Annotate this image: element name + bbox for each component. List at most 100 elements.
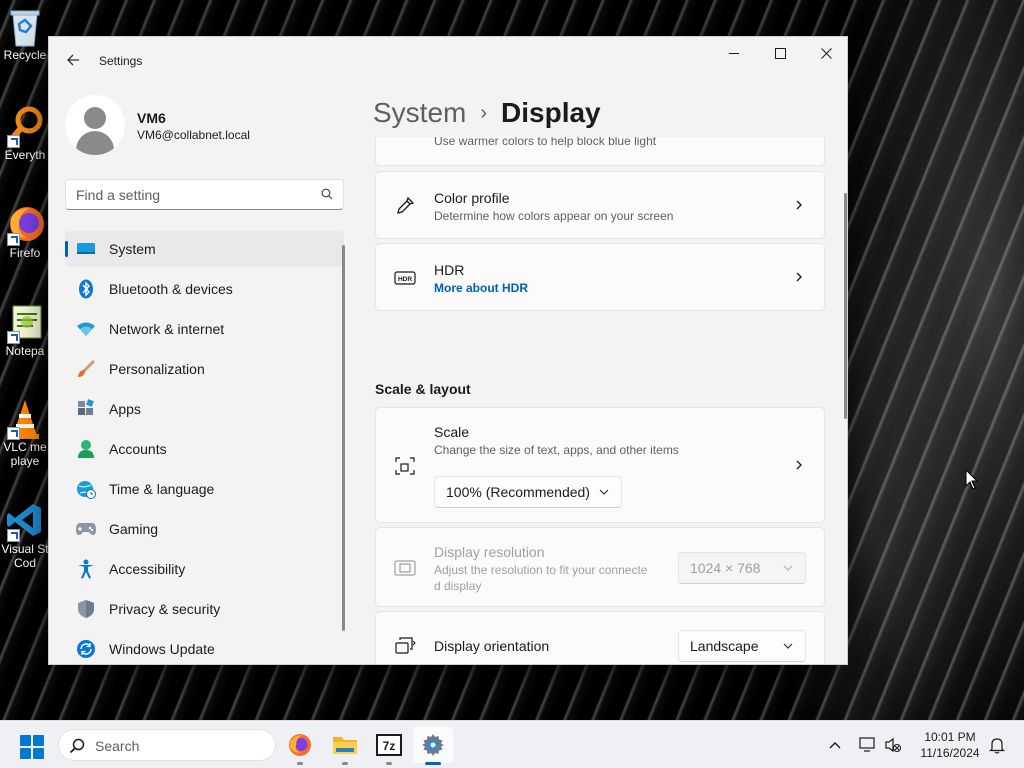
scale-title: Scale: [434, 424, 470, 440]
close-button[interactable]: [803, 37, 847, 69]
desktop-icon-notepad[interactable]: Notepa: [0, 302, 50, 358]
notifications-button[interactable]: [989, 721, 1005, 768]
find-setting-input[interactable]: [66, 180, 306, 209]
maximize-button[interactable]: [757, 37, 803, 69]
shortcut-arrow-icon: [7, 427, 20, 440]
nav-item-accessibility[interactable]: Accessibility: [65, 551, 344, 587]
find-setting-search[interactable]: [65, 179, 344, 210]
taskbar-app-file-explorer[interactable]: [325, 727, 365, 765]
scale-subtitle: Change the size of text, apps, and other…: [434, 443, 679, 457]
card-night-light[interactable]: Use warmer colors to help block blue lig…: [375, 137, 825, 166]
night-light-subtitle: Use warmer colors to help block blue lig…: [434, 137, 657, 148]
running-indicator: [297, 762, 303, 765]
firefox-icon: [289, 734, 311, 756]
desktop-icon-label: Visual St: [1, 542, 49, 556]
nav-label: Time & language: [109, 481, 215, 497]
desktop-icon-label: Recycle: [3, 48, 47, 62]
nav-label: Accounts: [109, 441, 167, 457]
nav-label: Gaming: [109, 521, 159, 537]
content-scrollbar[interactable]: [844, 193, 847, 419]
breadcrumb: System › Display: [373, 95, 601, 134]
minimize-button[interactable]: [711, 37, 757, 69]
display-resolution-subtitle-line2: d display: [434, 579, 482, 593]
windows-logo-tile: [33, 735, 44, 746]
chevron-right-icon: [796, 200, 802, 210]
bluetooth-icon: [75, 278, 97, 300]
title-bar[interactable]: Settings: [49, 37, 847, 85]
nav-item-personalization[interactable]: Personalization: [65, 351, 344, 387]
nav-item-bluetooth[interactable]: Bluetooth & devices: [65, 271, 344, 307]
desktop-icon-vlc[interactable]: VLC me playe: [0, 398, 50, 468]
nav-item-apps[interactable]: Apps: [65, 391, 344, 427]
display-orientation-title: Display orientation: [434, 638, 550, 654]
taskbar-search[interactable]: Search: [58, 729, 276, 761]
accessibility-icon: [75, 558, 97, 580]
more-about-hdr-link[interactable]: More about HDR: [434, 281, 528, 295]
nav-item-gaming[interactable]: Gaming: [65, 511, 344, 547]
show-hidden-icons-button[interactable]: [828, 721, 842, 768]
resolution-icon: [394, 560, 416, 576]
windows-logo-tile: [20, 748, 31, 759]
desktop-icon-everything[interactable]: Everyth: [0, 106, 50, 162]
back-button[interactable]: [63, 51, 83, 71]
nav-item-accounts[interactable]: Accounts: [65, 431, 344, 467]
page-title: Display: [501, 97, 601, 128]
svg-text:HDR: HDR: [398, 276, 412, 283]
card-scale[interactable]: Scale Change the size of text, apps, and…: [375, 407, 825, 523]
avatar-person-body: [76, 131, 114, 155]
person-icon: [75, 438, 97, 460]
display-orientation-value: Landscape: [690, 638, 759, 654]
speaker-muted-icon: [885, 737, 901, 753]
avatar[interactable]: [65, 95, 125, 155]
nav-item-windows-update[interactable]: Windows Update: [65, 631, 344, 664]
desktop-icon-firefox[interactable]: Firefo: [0, 204, 50, 260]
desktop-icon-label-line2: Cod: [13, 556, 36, 570]
card-color-profile[interactable]: Color profile Determine how colors appea…: [375, 171, 825, 239]
chevron-right-icon: ›: [480, 102, 488, 124]
desktop-icon-vscode[interactable]: Visual St Cod: [0, 500, 50, 570]
nav-item-time-language[interactable]: Time & language: [65, 471, 344, 507]
chevron-down-icon: [599, 489, 609, 495]
card-display-resolution: Display resolution Adjust the resolution…: [375, 527, 825, 607]
nav-item-network[interactable]: Network & internet: [65, 311, 344, 347]
nav-item-system[interactable]: System: [65, 231, 344, 267]
chevron-down-icon: [783, 565, 793, 571]
taskbar: Search 7z 10:01 PM 11/16/2024: [0, 720, 1024, 768]
nav-item-privacy-security[interactable]: Privacy & security: [65, 591, 344, 627]
apps-icon: [75, 398, 97, 420]
desktop-icon-recycle-bin[interactable]: Recycle: [0, 6, 50, 62]
settings-gear-icon: [422, 734, 444, 756]
volume-button[interactable]: [884, 721, 902, 768]
7zip-icon: 7z: [376, 734, 402, 756]
start-button[interactable]: [20, 735, 44, 759]
scale-dropdown[interactable]: 100% (Recommended): [434, 476, 622, 508]
chevron-right-icon: [796, 272, 802, 282]
breadcrumb-system[interactable]: System: [373, 97, 466, 128]
display-resolution-subtitle-line1: Adjust the resolution to fit your connec…: [434, 563, 648, 577]
eyedropper-icon: [397, 196, 415, 214]
card-hdr[interactable]: HDR HDR More about HDR: [375, 243, 825, 311]
network-status-button[interactable]: [858, 721, 878, 768]
taskbar-app-7zip[interactable]: 7z: [369, 727, 409, 765]
monitor-icon: [75, 238, 97, 260]
nav-scrollbar[interactable]: [342, 245, 345, 631]
vlc-cone-icon: [5, 398, 45, 440]
taskbar-app-firefox[interactable]: [280, 727, 320, 765]
close-icon: [820, 47, 832, 59]
settings-window: Settings VM6 VM6@collabnet.local System: [48, 36, 848, 665]
nav-label: System: [109, 241, 156, 257]
shortcut-arrow-icon: [7, 233, 20, 246]
shortcut-arrow-icon: [7, 529, 20, 542]
nav-label: Accessibility: [109, 561, 186, 577]
nav-label: Network & internet: [109, 321, 225, 337]
clock-time: 10:01 PM: [924, 730, 976, 744]
taskbar-clock[interactable]: 10:01 PM 11/16/2024: [910, 729, 990, 761]
update-icon: [75, 638, 97, 660]
mouse-cursor-icon: [965, 469, 979, 490]
desktop-icon-label: Notepa: [5, 344, 45, 358]
shortcut-arrow-icon: [7, 331, 20, 344]
search-icon[interactable]: [321, 188, 333, 200]
running-indicator: [342, 762, 348, 765]
taskbar-app-settings[interactable]: [413, 727, 453, 765]
display-orientation-dropdown[interactable]: Landscape: [678, 630, 806, 662]
